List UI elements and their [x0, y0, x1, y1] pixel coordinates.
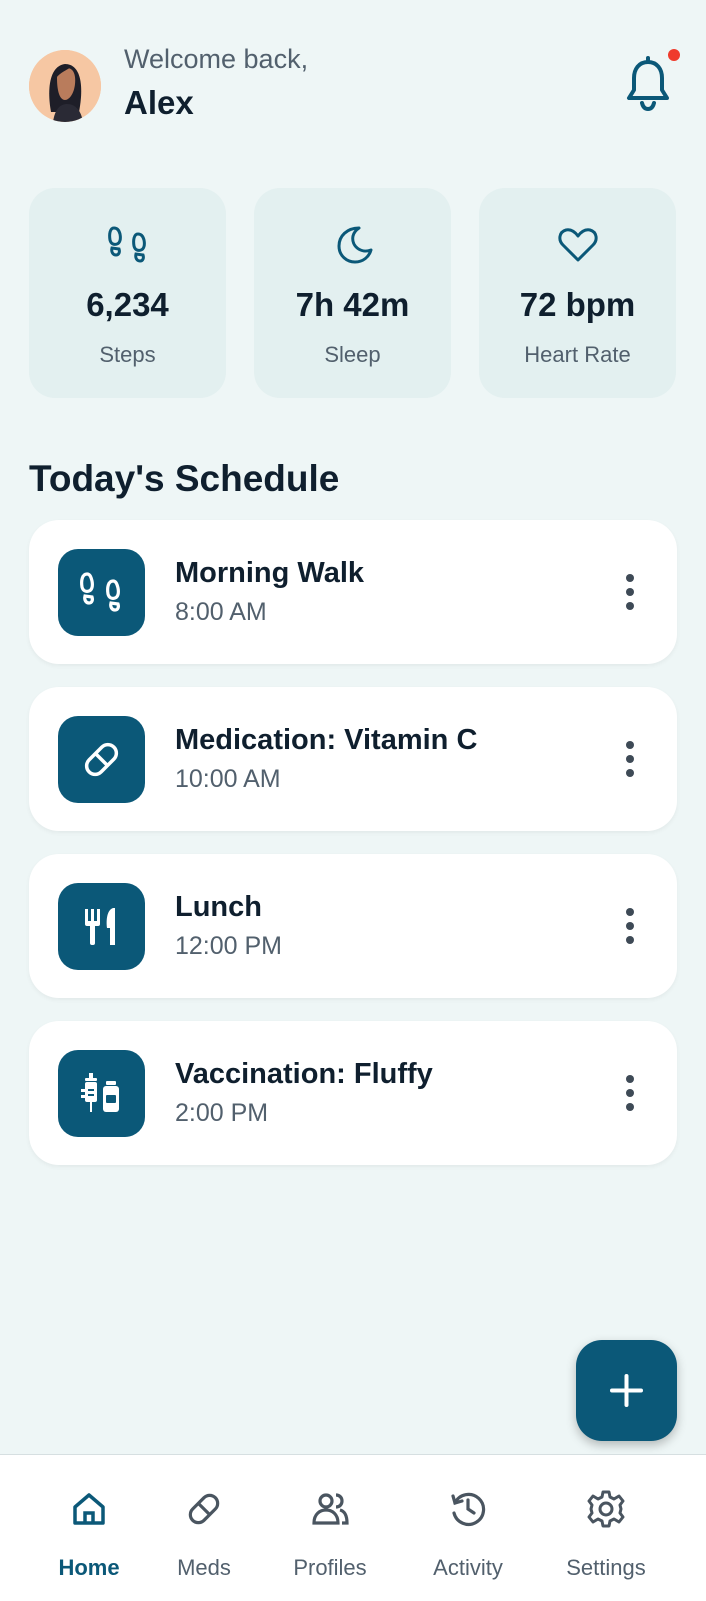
pill-icon: [188, 1493, 220, 1525]
heart-icon: [557, 228, 598, 262]
schedule-item-title: Morning Walk: [175, 557, 365, 589]
schedule-item-title: Lunch: [175, 891, 262, 923]
stat-card-steps[interactable]: 6,234 Steps: [29, 188, 226, 398]
footprints-icon: [107, 226, 146, 263]
notifications-button[interactable]: [624, 56, 672, 114]
nav-item-home[interactable]: Home: [29, 1455, 149, 1601]
gear-icon: [587, 1490, 625, 1528]
stat-card-sleep[interactable]: 7h 42m Sleep: [254, 188, 451, 398]
schedule-item-icon-tile: [58, 549, 145, 636]
syringe-vial-icon: [81, 1073, 119, 1112]
more-options-icon[interactable]: [617, 904, 643, 948]
stat-value: 7h 42m: [295, 286, 410, 323]
stat-value: 6,234: [86, 286, 169, 323]
utensils-icon: [85, 908, 115, 945]
more-options-icon[interactable]: [617, 1071, 643, 1115]
schedule-item-icon-tile: [58, 883, 145, 970]
nav-label: Settings: [566, 1555, 646, 1580]
add-button[interactable]: [576, 1340, 677, 1441]
stat-card-heart-rate[interactable]: 72 bpm Heart Rate: [479, 188, 676, 398]
schedule-item-time: 10:00 AM: [175, 765, 281, 793]
nav-label: Home: [58, 1555, 120, 1580]
schedule-item-icon-tile: [58, 1050, 145, 1137]
footprints-icon: [80, 572, 120, 612]
stat-label: Sleep: [324, 342, 381, 367]
avatar-image: [29, 50, 101, 122]
section-title-schedule: Today's Schedule: [29, 458, 340, 499]
schedule-item-title: Vaccination: Fluffy: [175, 1058, 433, 1090]
pill-icon: [84, 742, 119, 777]
nav-item-settings[interactable]: Settings: [546, 1455, 666, 1601]
notification-badge: [668, 49, 680, 61]
welcome-text: Welcome back,: [124, 44, 309, 74]
nav-label: Profiles: [293, 1555, 367, 1580]
nav-item-profiles[interactable]: Profiles: [270, 1455, 390, 1601]
plus-icon: [610, 1374, 643, 1407]
moon-icon: [337, 226, 372, 264]
schedule-item-time: 2:00 PM: [175, 1099, 269, 1127]
bottom-nav: Home Meds Profiles Activity Settings: [0, 1454, 706, 1601]
avatar[interactable]: [29, 50, 101, 122]
stat-value: 72 bpm: [519, 286, 636, 323]
schedule-item-time: 12:00 PM: [175, 932, 283, 960]
user-name: Alex: [124, 84, 194, 121]
schedule-item-time: 8:00 AM: [175, 598, 267, 626]
schedule-item[interactable]: Medication: Vitamin C 10:00 AM: [29, 687, 677, 831]
more-options-icon[interactable]: [617, 570, 643, 614]
stat-label: Heart Rate: [524, 342, 631, 367]
bell-icon: [627, 56, 669, 112]
nav-label: Meds: [177, 1555, 231, 1580]
schedule-item-icon-tile: [58, 716, 145, 803]
schedule-item[interactable]: Lunch 12:00 PM: [29, 854, 677, 998]
schedule-item[interactable]: Morning Walk 8:00 AM: [29, 520, 677, 664]
schedule-item-title: Medication: Vitamin C: [175, 724, 478, 756]
nav-item-meds[interactable]: Meds: [144, 1455, 264, 1601]
nav-label: Activity: [433, 1555, 503, 1580]
home-icon: [73, 1493, 105, 1525]
more-options-icon[interactable]: [617, 737, 643, 781]
history-icon: [451, 1492, 486, 1526]
stat-label: Steps: [99, 342, 156, 367]
schedule-item[interactable]: Vaccination: Fluffy 2:00 PM: [29, 1021, 677, 1165]
users-icon: [312, 1493, 349, 1525]
nav-item-activity[interactable]: Activity: [408, 1455, 528, 1601]
